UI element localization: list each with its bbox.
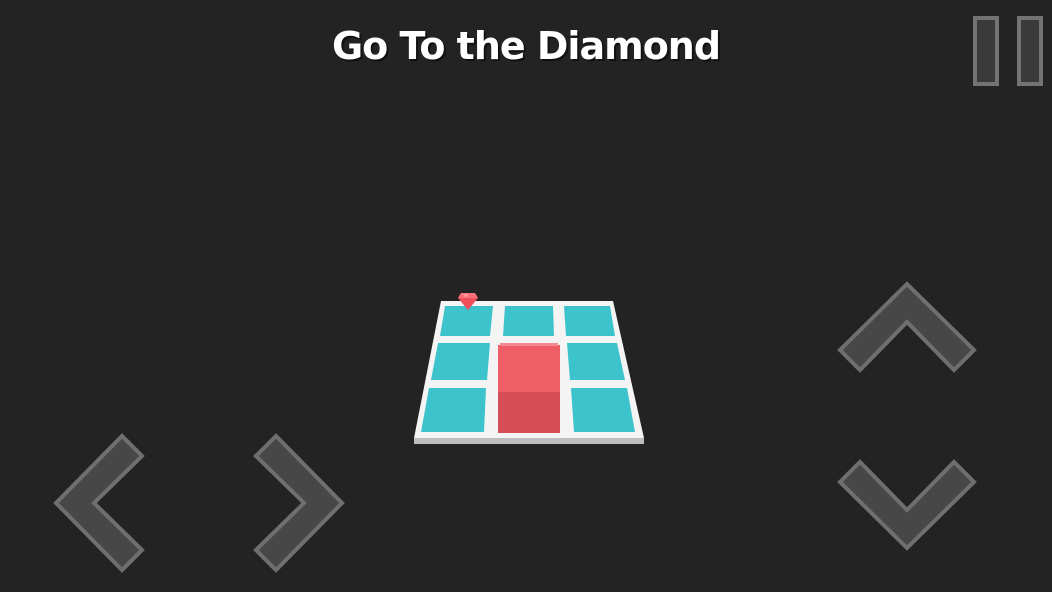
move-right-button[interactable] [250, 432, 346, 574]
move-down-button[interactable] [836, 456, 978, 552]
player-cube [498, 343, 560, 433]
board-tile [571, 388, 635, 432]
chevron-left-icon [53, 433, 145, 573]
pause-button[interactable] [970, 14, 1050, 88]
pause-icon [973, 16, 1043, 86]
chevron-down-icon [837, 459, 977, 551]
board-tile [564, 306, 615, 336]
board-tile [431, 343, 490, 380]
move-up-button[interactable] [836, 280, 978, 376]
move-left-button[interactable] [52, 432, 148, 574]
chevron-up-icon [837, 281, 977, 373]
board-tile [503, 306, 554, 336]
board-tile [440, 306, 493, 336]
board-edge [414, 438, 644, 444]
board-tile [421, 388, 486, 432]
board-tile [567, 343, 625, 380]
chevron-right-icon [253, 433, 345, 573]
